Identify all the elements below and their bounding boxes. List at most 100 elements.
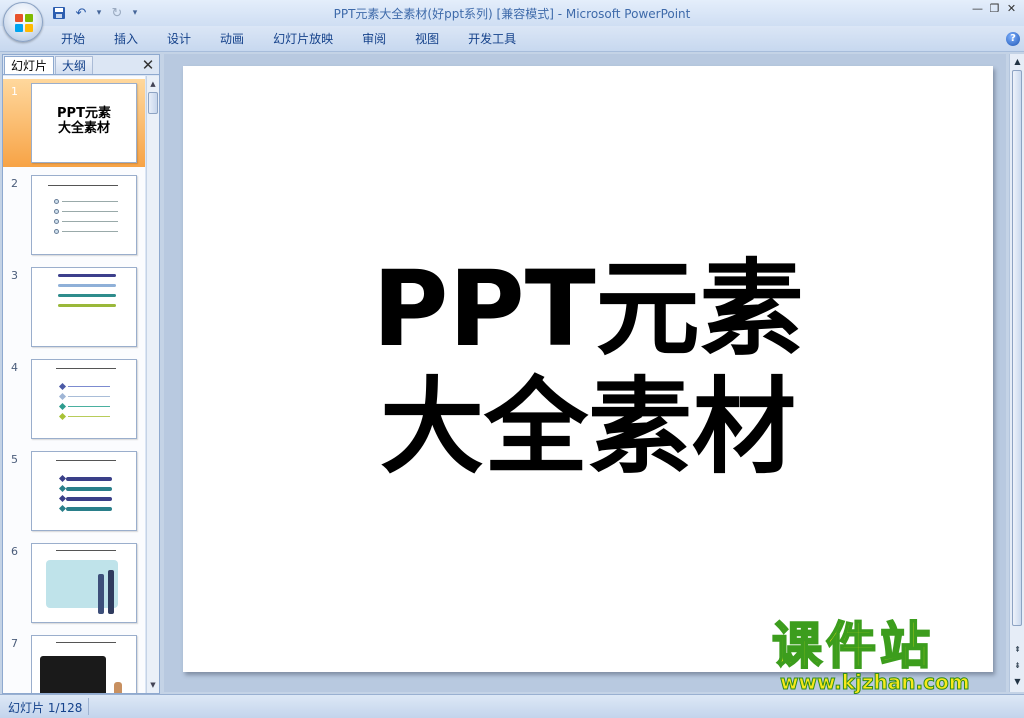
tab-home[interactable]: 开始 xyxy=(50,31,96,47)
tab-outline[interactable]: 大纲 xyxy=(55,56,94,74)
thumb-dark-panel xyxy=(40,656,106,693)
scroll-down-icon[interactable]: ▼ xyxy=(1011,676,1024,688)
minimize-icon[interactable]: — xyxy=(969,2,986,18)
slide-thumbnails: 1 PPT元素 大全素材 2 3 4 5 6 7 xyxy=(3,76,145,693)
status-divider xyxy=(88,698,89,715)
thumbnail-image xyxy=(31,267,137,347)
thumb-heading xyxy=(56,642,116,643)
scroll-thumb[interactable] xyxy=(148,92,158,114)
slide-thumbnail-2[interactable]: 2 xyxy=(3,171,145,259)
slide-number: 1 xyxy=(11,85,18,98)
tab-review[interactable]: 审阅 xyxy=(351,31,397,47)
thumb-bar xyxy=(66,507,112,511)
slide-counter: 幻灯片 1/128 xyxy=(8,701,83,715)
thumb-heading xyxy=(56,460,116,461)
thumb-diamond xyxy=(58,494,67,503)
tab-view[interactable]: 视图 xyxy=(404,31,450,47)
status-bar: 幻灯片 1/128 xyxy=(0,694,1024,718)
restore-icon[interactable]: ❐ xyxy=(986,2,1003,18)
thumbnail-image xyxy=(31,635,137,693)
next-slide-icon[interactable]: ⇟ xyxy=(1011,660,1024,672)
previous-slide-icon[interactable]: ⇞ xyxy=(1011,644,1024,656)
thumb-bar xyxy=(58,274,116,277)
tab-slideshow[interactable]: 幻灯片放映 xyxy=(262,31,344,47)
thumb-line xyxy=(68,406,110,407)
thumb-figure xyxy=(98,574,104,614)
thumb-dot xyxy=(54,229,59,234)
tab-animation[interactable]: 动画 xyxy=(209,31,255,47)
thumb-dot xyxy=(54,209,59,214)
scroll-thumb[interactable] xyxy=(1012,70,1022,626)
window-controls: — ❐ ✕ xyxy=(969,2,1020,18)
ribbon-tab-bar: 开始 插入 设计 动画 幻灯片放映 审阅 视图 开发工具 ? xyxy=(0,26,1024,52)
slide-thumbnail-1[interactable]: 1 PPT元素 大全素材 xyxy=(3,79,145,167)
close-panel-icon[interactable]: ✕ xyxy=(140,56,156,74)
panel-tabs: 幻灯片 大纲 ✕ xyxy=(3,55,159,75)
thumb-line xyxy=(62,231,118,232)
thumbnail-title-line1: PPT元素 xyxy=(57,106,111,121)
thumb-line xyxy=(62,211,118,212)
scroll-up-icon[interactable]: ▲ xyxy=(147,78,159,90)
slide-number: 6 xyxy=(11,545,18,558)
thumbnail-image: PPT元素 大全素材 xyxy=(31,83,137,163)
thumb-diamond xyxy=(58,484,67,493)
slide-number: 2 xyxy=(11,177,18,190)
watermark-url: www.kjzhan.com xyxy=(780,670,971,695)
close-window-icon[interactable]: ✕ xyxy=(1003,2,1020,18)
slide-title[interactable]: PPT元素 大全素材 xyxy=(183,250,993,486)
thumb-line xyxy=(68,416,110,417)
thumbnail-title-line2: 大全素材 xyxy=(57,121,110,136)
thumb-bar xyxy=(66,477,112,481)
thumb-heading xyxy=(56,368,116,369)
watermark-main-text: 课件站 xyxy=(771,617,934,675)
slide-scrollbar[interactable]: ▲ ⇞ ⇟ ▼ xyxy=(1009,54,1024,692)
slide-number: 5 xyxy=(11,453,18,466)
thumb-dot xyxy=(54,219,59,224)
thumb-bar xyxy=(58,304,116,307)
tab-insert[interactable]: 插入 xyxy=(103,31,149,47)
tab-design[interactable]: 设计 xyxy=(156,31,202,47)
help-icon[interactable]: ? xyxy=(1006,32,1020,46)
slide-number: 7 xyxy=(11,637,18,650)
watermark-logo: 课件站 www.kjzhan.com xyxy=(771,617,1008,696)
scroll-down-icon[interactable]: ▼ xyxy=(147,679,159,691)
slides-panel: 幻灯片 大纲 ✕ 1 PPT元素 大全素材 2 3 4 5 6 7 ▲ ▼ xyxy=(2,54,160,694)
current-slide[interactable]: PPT元素 大全素材 xyxy=(183,66,993,672)
window-title: PPT元素大全素材(好ppt系列) [兼容模式] - Microsoft Pow… xyxy=(333,7,691,21)
tab-developer[interactable]: 开发工具 xyxy=(457,31,527,47)
thumb-bar xyxy=(58,294,116,297)
office-logo-icon xyxy=(15,14,33,32)
thumb-line xyxy=(68,386,110,387)
thumb-line xyxy=(62,221,118,222)
thumb-figure xyxy=(114,682,122,693)
thumbnail-scrollbar[interactable]: ▲ ▼ xyxy=(146,76,159,693)
thumbnail-image xyxy=(31,451,137,531)
thumb-diamond xyxy=(58,402,67,411)
thumb-diamond xyxy=(58,392,67,401)
office-button[interactable] xyxy=(3,2,43,42)
thumb-figure xyxy=(108,570,114,614)
slide-thumbnail-3[interactable]: 3 xyxy=(3,263,145,351)
scroll-up-icon[interactable]: ▲ xyxy=(1011,56,1024,68)
tab-slides[interactable]: 幻灯片 xyxy=(4,56,55,74)
thumb-bar xyxy=(58,284,116,287)
thumb-heading xyxy=(48,185,118,186)
thumb-diamond xyxy=(58,382,67,391)
ribbon-tabs: 开始 插入 设计 动画 幻灯片放映 审阅 视图 开发工具 xyxy=(50,31,534,47)
thumbnail-image xyxy=(31,175,137,255)
thumb-diamond xyxy=(58,504,67,513)
slide-title-line1: PPT元素 xyxy=(372,248,804,370)
slide-thumbnail-6[interactable]: 6 xyxy=(3,539,145,627)
thumb-bar xyxy=(66,487,112,491)
slide-thumbnail-5[interactable]: 5 xyxy=(3,447,145,535)
thumb-line xyxy=(62,201,118,202)
thumb-line xyxy=(68,396,110,397)
thumb-dot xyxy=(54,199,59,204)
thumbnail-image xyxy=(31,543,137,623)
slide-number: 3 xyxy=(11,269,18,282)
thumb-diamond xyxy=(58,474,67,483)
slide-thumbnail-7[interactable]: 7 xyxy=(3,631,145,693)
slide-title-line2: 大全素材 xyxy=(379,366,796,488)
thumb-heading xyxy=(56,550,116,551)
slide-thumbnail-4[interactable]: 4 xyxy=(3,355,145,443)
